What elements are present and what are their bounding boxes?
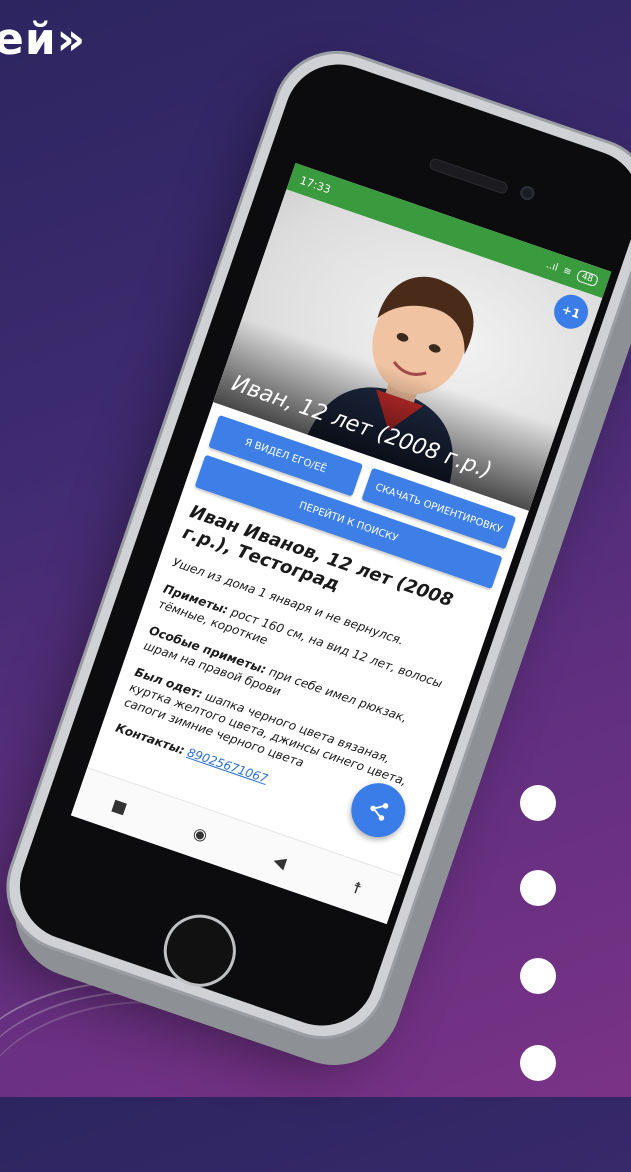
slide-headline: ей» <box>0 14 87 65</box>
home-button[interactable] <box>154 904 246 997</box>
status-time: 17:33 <box>298 173 333 196</box>
earpiece <box>427 157 510 196</box>
back-triangle-icon[interactable]: ◀ <box>271 850 289 872</box>
share-icon <box>370 803 389 821</box>
decor-dot-4 <box>520 1045 556 1081</box>
decor-dot-2 <box>520 870 556 906</box>
front-camera <box>518 184 537 202</box>
decor-dot-3 <box>520 958 556 994</box>
plus-one-badge[interactable]: +1 <box>549 290 593 334</box>
stop-icon[interactable]: ■ <box>109 794 129 817</box>
accessibility-icon[interactable]: ☨ <box>350 877 364 898</box>
home-circle-icon[interactable]: ◉ <box>191 822 210 845</box>
wifi-icon: ≋ <box>561 264 574 278</box>
signal-icon: ..ıl <box>544 258 560 274</box>
battery-icon: 48 <box>575 269 600 288</box>
decor-dot-1 <box>520 785 556 821</box>
